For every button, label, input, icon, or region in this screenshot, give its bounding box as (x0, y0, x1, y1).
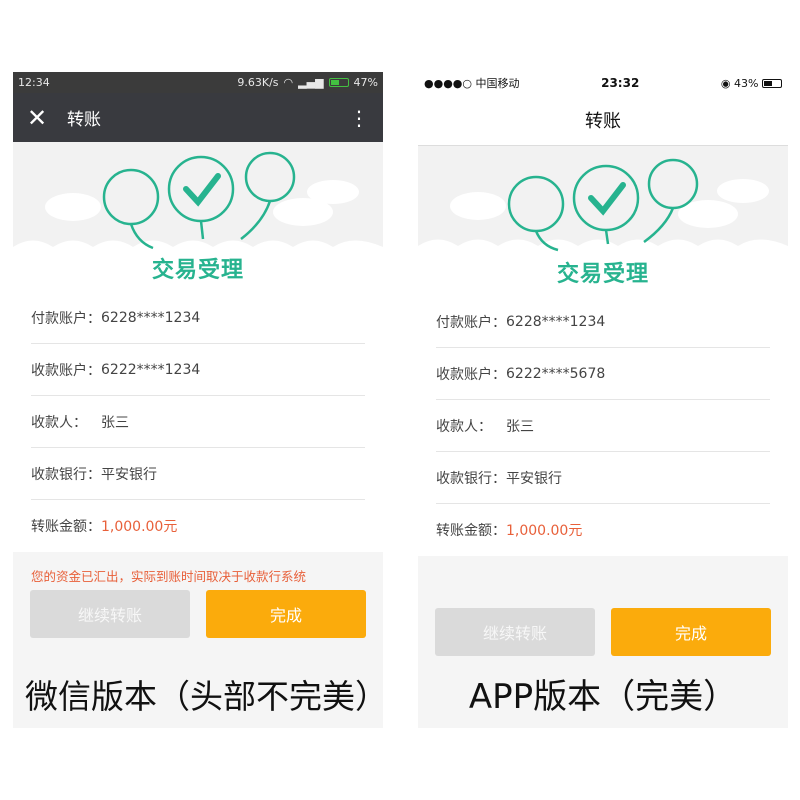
banner-title: 交易受理 (151, 258, 244, 283)
status-time: 12:34 (18, 76, 50, 89)
amount-value: 1,000.00元 (101, 519, 178, 535)
row-label: 付款账户： (436, 314, 506, 331)
row-label: 收款银行： (31, 466, 101, 483)
row-label: 收款银行： (436, 470, 506, 487)
list-item: 收款账户： 6222****1234 (31, 344, 365, 396)
list-item: 转账金额： 1,000.00元 (436, 504, 770, 556)
status-bar: ●●●●○ 中国移动 23:32 ◉ 43% (418, 72, 788, 94)
row-value: 张三 (506, 418, 534, 435)
battery-percent: 43% (734, 76, 759, 90)
list-item: 付款账户： 6228****1234 (436, 296, 770, 348)
wechat-screen: 12:34 9.63K/s ◠ ▂▄▆ 47% ✕ 转账 ⋮ 交易受理 付款账户… (13, 72, 383, 728)
caption: APP版本（完美） (468, 677, 738, 717)
list-item: 收款人： 张三 (31, 396, 365, 448)
row-value: 平安银行 (506, 470, 562, 487)
row-value: 6222****5678 (506, 365, 606, 382)
banner-title: 交易受理 (556, 262, 649, 287)
rotation-lock-icon: ◉ (720, 76, 731, 90)
page-title: 转账 (67, 110, 101, 130)
list-item: 付款账户： 6228****1234 (31, 292, 365, 344)
close-icon[interactable]: ✕ (27, 104, 67, 132)
row-value: 张三 (101, 414, 129, 431)
done-button[interactable]: 完成 (611, 608, 771, 656)
list-item: 收款银行： 平安银行 (436, 452, 770, 504)
continue-transfer-button[interactable]: 继续转账 (30, 590, 190, 638)
title-bar: ✕ 转账 ⋮ (13, 93, 383, 142)
page-title: 转账 (585, 110, 621, 132)
success-banner: 交易受理 (418, 146, 788, 296)
continue-transfer-button[interactable]: 继续转账 (435, 608, 595, 656)
more-icon[interactable]: ⋮ (349, 106, 369, 130)
row-value: 6228****1234 (101, 309, 201, 326)
success-banner: 交易受理 (13, 142, 383, 292)
app-screen: ●●●●○ 中国移动 23:32 ◉ 43% 转账 交易受理 付款账户： 6228… (418, 72, 788, 728)
transfer-details: 付款账户： 6228****1234 收款账户： 6222****1234 收款人：… (13, 292, 383, 552)
row-label: 转账金额： (31, 519, 101, 535)
list-item: 收款人： 张三 (436, 400, 770, 452)
row-value: 6222****1234 (101, 361, 201, 378)
battery-icon (761, 79, 782, 88)
row-label: 收款账户： (31, 362, 101, 379)
title-bar: 转账 (418, 94, 788, 146)
row-label: 收款人： (31, 414, 87, 431)
battery-icon (328, 78, 349, 87)
row-value: 6228****1234 (506, 313, 606, 330)
battery-percent: 47% (353, 76, 378, 89)
status-bar: 12:34 9.63K/s ◠ ▂▄▆ 47% (13, 72, 383, 93)
signal-icon: ▂▄▆ (298, 76, 324, 89)
row-label: 转账金额： (436, 523, 506, 539)
network-speed: 9.63K/s (237, 76, 279, 89)
list-item: 转账金额： 1,000.00元 (31, 500, 365, 552)
action-buttons: 继续转账 完成 (13, 590, 383, 638)
caption: 微信版本（头部不完美） (25, 677, 383, 716)
action-buttons: 继续转账 完成 (418, 608, 788, 656)
transfer-details: 付款账户： 6228****1234 收款账户： 6222****5678 收款人：… (418, 296, 788, 556)
list-item: 收款账户： 6222****5678 (436, 348, 770, 400)
list-item: 收款银行： 平安银行 (31, 448, 365, 500)
notice-text: 您的资金已汇出，实际到账时间取决于收款行系统 (31, 569, 307, 584)
status-time: 23:32 (601, 76, 640, 90)
row-value: 平安银行 (101, 466, 157, 483)
row-label: 收款账户： (436, 366, 506, 383)
carrier: ●●●●○ 中国移动 (424, 77, 520, 90)
row-label: 付款账户： (31, 310, 101, 327)
amount-value: 1,000.00元 (506, 523, 583, 539)
done-button[interactable]: 完成 (206, 590, 366, 638)
wifi-icon: ◠ (283, 76, 294, 89)
row-label: 收款人： (436, 418, 492, 435)
